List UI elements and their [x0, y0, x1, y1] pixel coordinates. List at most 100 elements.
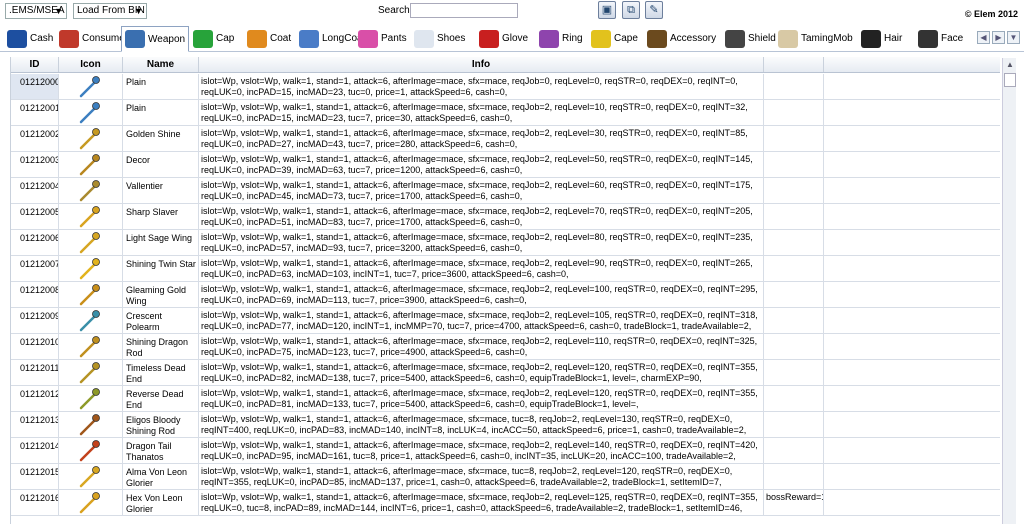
column-header-name[interactable]: Name — [123, 57, 199, 72]
table-row[interactable]: 01212002 Golden Shine islot=Wp, vslot=Wp, … — [11, 126, 1000, 152]
cell-name: Hex Von Leon Glorier — [123, 490, 199, 515]
cell-id: 01212010 — [11, 334, 59, 359]
cell-icon — [59, 74, 123, 99]
tab-shoes-icon — [414, 29, 434, 48]
scroll-up-icon[interactable]: ▲ — [1003, 58, 1017, 72]
tab-label: Accessory — [670, 33, 717, 44]
tab-glove[interactable]: Glove — [476, 26, 531, 51]
tab-consume[interactable]: Consume — [56, 26, 128, 51]
weapon-icon — [79, 154, 100, 176]
cell-extra — [764, 386, 824, 411]
column-header-id[interactable]: ID — [11, 57, 59, 72]
cell-blank — [824, 100, 1000, 125]
cell-name: Vallentier — [123, 178, 199, 203]
tab-hair[interactable]: Hair — [858, 26, 905, 51]
table-row[interactable]: 01212006 Light Sage Wing islot=Wp, vslot=W… — [11, 230, 1000, 256]
cell-icon — [59, 204, 123, 229]
tab-cape[interactable]: Cape — [588, 26, 641, 51]
table-row[interactable]: 01212009 Crescent Polearm islot=Wp, vslot=… — [11, 308, 1000, 334]
tab-tamingmob[interactable]: TamingMob — [775, 26, 856, 51]
tab-coat[interactable]: Coat — [244, 26, 294, 51]
table-row[interactable]: 01212014 Dragon Tail Thanatos islot=Wp, vs… — [11, 438, 1000, 464]
tab-cash-icon — [7, 29, 27, 48]
tab-cap[interactable]: Cap — [190, 26, 237, 51]
cell-info: islot=Wp, vslot=Wp, walk=1, stand=1, att… — [199, 256, 764, 281]
chevron-down-icon[interactable]: ▼ — [1007, 31, 1020, 44]
cell-id: 01212011 — [11, 360, 59, 385]
edit-button[interactable]: ✎ — [645, 1, 663, 19]
table-row[interactable]: 01212008 Gleaming Gold Wing islot=Wp, vslo… — [11, 282, 1000, 308]
cell-extra — [764, 204, 824, 229]
cell-id: 01212007 — [11, 256, 59, 281]
cell-name: Eligos Bloody Shining Rod — [123, 412, 199, 437]
table-row[interactable]: 01212013 Eligos Bloody Shining Rod islot=W… — [11, 412, 1000, 438]
cell-blank — [824, 178, 1000, 203]
table-row[interactable]: 01212016 Hex Von Leon Glorier islot=Wp, vs… — [11, 490, 1000, 516]
cell-info: islot=Wp, vslot=Wp, walk=1, stand=1, att… — [199, 464, 764, 489]
tab-ring[interactable]: Ring — [536, 26, 586, 51]
cell-id: 01212002 — [11, 126, 59, 151]
save-button[interactable]: ▣ — [598, 1, 616, 19]
cell-extra — [764, 178, 824, 203]
cell-name: Shining Dragon Rod — [123, 334, 199, 359]
column-header-extra[interactable] — [764, 57, 824, 72]
cell-icon — [59, 178, 123, 203]
region-select[interactable]: .EMS/MSEA ▼ — [5, 3, 67, 19]
table-row[interactable]: 01212005 Sharp Slaver islot=Wp, vslot=Wp, … — [11, 204, 1000, 230]
cell-extra: bossReward=1, — [764, 490, 824, 515]
table-row[interactable]: 01212012 Reverse Dead End islot=Wp, vslot=… — [11, 386, 1000, 412]
chevron-left-icon[interactable]: ◀ — [977, 31, 990, 44]
tab-label: Shield — [748, 33, 776, 44]
tab-pants[interactable]: Pants — [355, 26, 410, 51]
cell-info: islot=Wp, vslot=Wp, walk=1, stand=1, att… — [199, 360, 764, 385]
cell-icon — [59, 334, 123, 359]
cell-name: Gleaming Gold Wing — [123, 282, 199, 307]
weapon-icon — [79, 180, 100, 202]
tab-weapon[interactable]: Weapon — [121, 26, 190, 52]
table-row[interactable]: 01212001 Plain islot=Wp, vslot=Wp, walk=1,… — [11, 100, 1000, 126]
cell-id: 01212015 — [11, 464, 59, 489]
export-button[interactable]: ⧉ — [622, 1, 640, 19]
cell-name: Dragon Tail Thanatos — [123, 438, 199, 463]
export-icon: ⧉ — [627, 4, 635, 16]
cell-id: 01212008 — [11, 282, 59, 307]
table-row[interactable]: 01212000 Plain islot=Wp, vslot=Wp, walk=1,… — [11, 74, 1000, 100]
table-row[interactable]: 01212010 Shining Dragon Rod islot=Wp, vslo… — [11, 334, 1000, 360]
tab-face-icon — [918, 29, 938, 48]
chevron-right-icon[interactable]: ▶ — [992, 31, 1005, 44]
column-header-icon[interactable]: Icon — [59, 57, 123, 72]
tab-shoes[interactable]: Shoes — [411, 26, 468, 51]
cell-id: 01212016 — [11, 490, 59, 515]
table-row[interactable]: 01212004 Vallentier islot=Wp, vslot=Wp, wa… — [11, 178, 1000, 204]
tab-face[interactable]: Face — [915, 26, 966, 51]
table-row[interactable]: 01212007 Shining Twin Star islot=Wp, vslot… — [11, 256, 1000, 282]
tab-shield-icon — [725, 29, 745, 48]
scroll-thumb[interactable] — [1004, 73, 1016, 87]
tab-accessory[interactable]: Accessory — [644, 26, 719, 51]
tab-glove-icon — [479, 29, 499, 48]
cell-extra — [764, 282, 824, 307]
source-select[interactable]: Load From BIN ▼ — [73, 3, 147, 19]
cell-icon — [59, 386, 123, 411]
cell-id: 01212000 — [11, 74, 59, 99]
table-row[interactable]: 01212015 Alma Von Leon Glorier islot=Wp, v… — [11, 464, 1000, 490]
tab-shield[interactable]: Shield — [722, 26, 779, 51]
cell-id: 01212001 — [11, 100, 59, 125]
cell-blank — [824, 282, 1000, 307]
cell-name: Golden Shine — [123, 126, 199, 151]
tab-cash[interactable]: Cash — [4, 26, 56, 51]
cell-extra — [764, 334, 824, 359]
weapon-icon — [79, 414, 100, 436]
cell-extra — [764, 74, 824, 99]
cell-blank — [824, 438, 1000, 463]
search-input[interactable] — [410, 3, 518, 18]
column-header-info[interactable]: Info — [199, 57, 764, 72]
table-row[interactable]: 01212011 Timeless Dead End islot=Wp, vslot… — [11, 360, 1000, 386]
weapon-icon — [79, 492, 100, 514]
credit-text: © Elem 2012 — [964, 9, 1018, 19]
tab-label: Glove — [502, 33, 529, 44]
table-row[interactable]: 01212003 Decor islot=Wp, vslot=Wp, walk=1,… — [11, 152, 1000, 178]
tab-weapon-icon — [125, 30, 145, 48]
cell-id: 01212006 — [11, 230, 59, 255]
vertical-scrollbar[interactable]: ▲ — [1002, 58, 1016, 524]
